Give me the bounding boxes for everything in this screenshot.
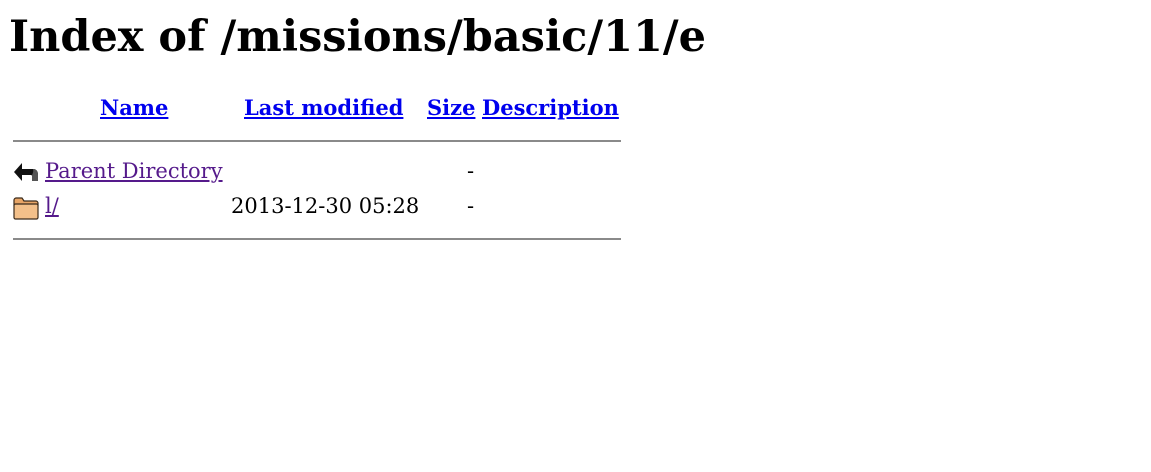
page-title: Index of /missions/basic/11/e bbox=[9, 12, 706, 62]
footer-divider bbox=[13, 238, 621, 240]
list-item-folder: l/ 2013-12-30 05:28 - bbox=[0, 193, 640, 223]
sort-by-name-link[interactable]: Name bbox=[100, 95, 168, 120]
entry-size: - bbox=[467, 159, 475, 183]
list-item-parent-directory: Parent Directory - bbox=[0, 158, 640, 188]
column-header-size: Size bbox=[427, 95, 475, 121]
sort-by-size-link[interactable]: Size bbox=[427, 95, 475, 120]
column-header-last-modified: Last modified bbox=[244, 95, 403, 121]
sort-by-description-link[interactable]: Description bbox=[482, 95, 619, 120]
header-divider bbox=[13, 140, 621, 142]
folder-link[interactable]: l/ bbox=[45, 194, 59, 218]
entry-size: - bbox=[467, 194, 475, 218]
folder-icon bbox=[13, 197, 39, 220]
sort-by-last-modified-link[interactable]: Last modified bbox=[244, 95, 403, 120]
entry-name: Parent Directory bbox=[45, 158, 223, 184]
parent-directory-link[interactable]: Parent Directory bbox=[45, 159, 223, 183]
entry-last-modified: 2013-12-30 05:28 bbox=[231, 194, 420, 218]
back-arrow-icon bbox=[14, 163, 38, 181]
column-header-name: Name bbox=[100, 95, 168, 121]
column-header-description: Description bbox=[482, 95, 619, 121]
entry-name: l/ bbox=[45, 193, 59, 219]
